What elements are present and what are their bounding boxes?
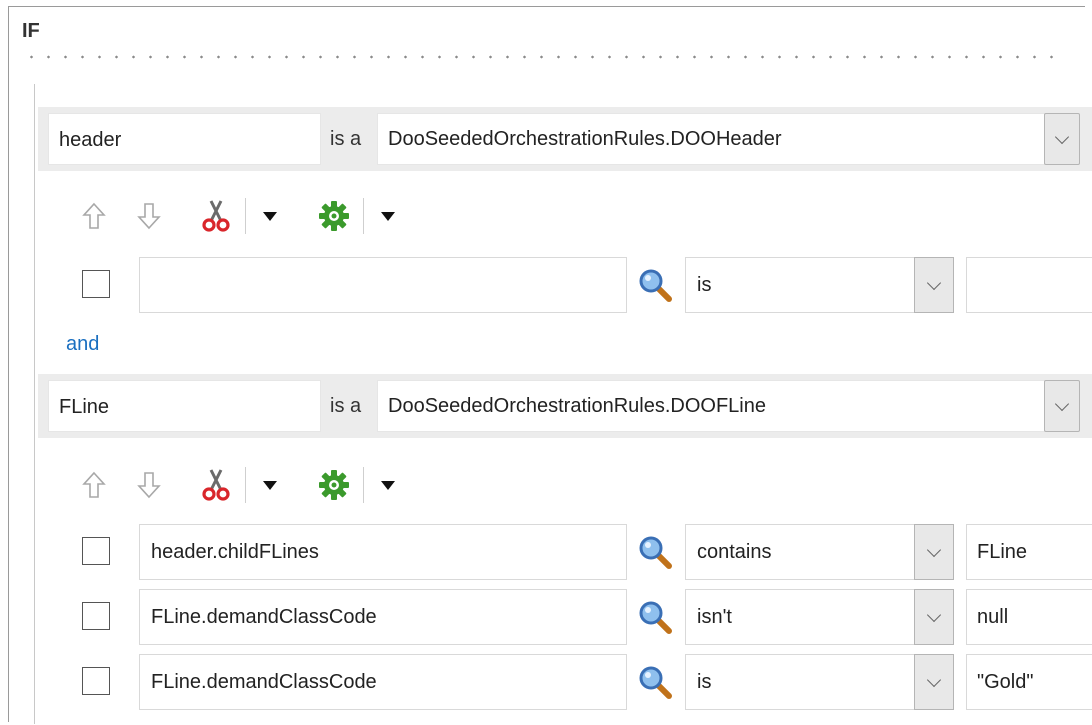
dropdown-arrow-icon: [263, 211, 277, 221]
operator-dropdown[interactable]: [914, 589, 954, 645]
search-button[interactable]: [636, 663, 674, 701]
cut-menu-dropdown[interactable]: [258, 465, 282, 505]
gear-icon: [319, 201, 349, 231]
chevron-down-icon: [1054, 129, 1070, 144]
move-down-icon: [137, 203, 161, 230]
left-operand-field[interactable]: header.childFLines: [139, 524, 627, 580]
condition-row: header.childFLines contains FLine: [0, 524, 1092, 580]
search-button[interactable]: [636, 533, 674, 571]
operator-field[interactable]: is: [685, 654, 917, 710]
fact-row-fline: FLine is a DooSeededOrchestrationRules.D…: [38, 374, 1092, 438]
fact-row-header: header is a DooSeededOrchestrationRules.…: [38, 107, 1092, 171]
cut-button[interactable]: [199, 465, 233, 505]
chevron-down-icon: [926, 607, 942, 622]
condition-checkbox[interactable]: [82, 667, 110, 695]
search-icon: [639, 269, 672, 302]
operator-field[interactable]: isn't: [685, 589, 917, 645]
search-button[interactable]: [636, 598, 674, 636]
condition-row: FLine.demandClassCode is "Gold": [0, 654, 1092, 710]
fact-type-dropdown[interactable]: [1044, 113, 1080, 165]
settings-menu-dropdown[interactable]: [376, 196, 400, 236]
condition-toolbar: [78, 465, 438, 505]
chevron-down-icon: [926, 275, 942, 290]
condition-toolbar: [78, 196, 438, 236]
move-up-icon: [82, 202, 106, 229]
settings-button[interactable]: [316, 465, 352, 505]
right-operand-field[interactable]: "Gold": [966, 654, 1092, 710]
left-operand-field[interactable]: FLine.demandClassCode: [139, 654, 627, 710]
fact-type-field[interactable]: DooSeededOrchestrationRules.DOOHeader: [377, 113, 1045, 165]
operator-dropdown[interactable]: [914, 257, 954, 313]
toolbar-separator: [363, 198, 364, 234]
chevron-down-icon: [926, 672, 942, 687]
fact-alias-field[interactable]: FLine: [48, 380, 321, 432]
cut-icon: [202, 469, 230, 501]
left-operand-field[interactable]: FLine.demandClassCode: [139, 589, 627, 645]
toolbar-separator: [363, 467, 364, 503]
move-up-button[interactable]: [78, 465, 110, 505]
fact-alias-field[interactable]: header: [48, 113, 321, 165]
chevron-down-icon: [1054, 396, 1070, 411]
fact-type-dropdown[interactable]: [1044, 380, 1080, 432]
search-icon: [639, 601, 672, 634]
right-operand-field[interactable]: FLine: [966, 524, 1092, 580]
condition-row: is: [0, 257, 1092, 313]
move-down-icon: [137, 472, 161, 499]
move-down-button[interactable]: [133, 465, 165, 505]
condition-row: FLine.demandClassCode isn't null: [0, 589, 1092, 645]
cut-icon: [202, 200, 230, 232]
dropdown-arrow-icon: [381, 211, 395, 221]
toolbar-separator: [245, 467, 246, 503]
move-up-button[interactable]: [78, 196, 110, 236]
and-link[interactable]: and: [66, 333, 99, 356]
dropdown-arrow-icon: [263, 480, 277, 490]
operator-dropdown[interactable]: [914, 524, 954, 580]
search-icon: [639, 536, 672, 569]
left-operand-field[interactable]: [139, 257, 627, 313]
right-operand-field[interactable]: null: [966, 589, 1092, 645]
operator-dropdown[interactable]: [914, 654, 954, 710]
settings-button[interactable]: [316, 196, 352, 236]
right-operand-field[interactable]: [966, 257, 1092, 313]
is-a-label: is a: [330, 395, 362, 417]
condition-checkbox[interactable]: [82, 270, 110, 298]
move-down-button[interactable]: [133, 196, 165, 236]
is-a-label: is a: [330, 128, 362, 150]
dotted-divider: [23, 55, 1063, 59]
cut-button[interactable]: [199, 196, 233, 236]
dropdown-arrow-icon: [381, 480, 395, 490]
cut-menu-dropdown[interactable]: [258, 196, 282, 236]
condition-checkbox[interactable]: [82, 602, 110, 630]
search-button[interactable]: [636, 266, 674, 304]
operator-field[interactable]: contains: [685, 524, 917, 580]
gear-icon: [319, 470, 349, 500]
settings-menu-dropdown[interactable]: [376, 465, 400, 505]
search-icon: [639, 666, 672, 699]
toolbar-separator: [245, 198, 246, 234]
fact-type-field[interactable]: DooSeededOrchestrationRules.DOOFLine: [377, 380, 1045, 432]
if-label: IF: [22, 20, 40, 42]
chevron-down-icon: [926, 542, 942, 557]
operator-field[interactable]: is: [685, 257, 917, 313]
move-up-icon: [82, 471, 106, 498]
condition-checkbox[interactable]: [82, 537, 110, 565]
